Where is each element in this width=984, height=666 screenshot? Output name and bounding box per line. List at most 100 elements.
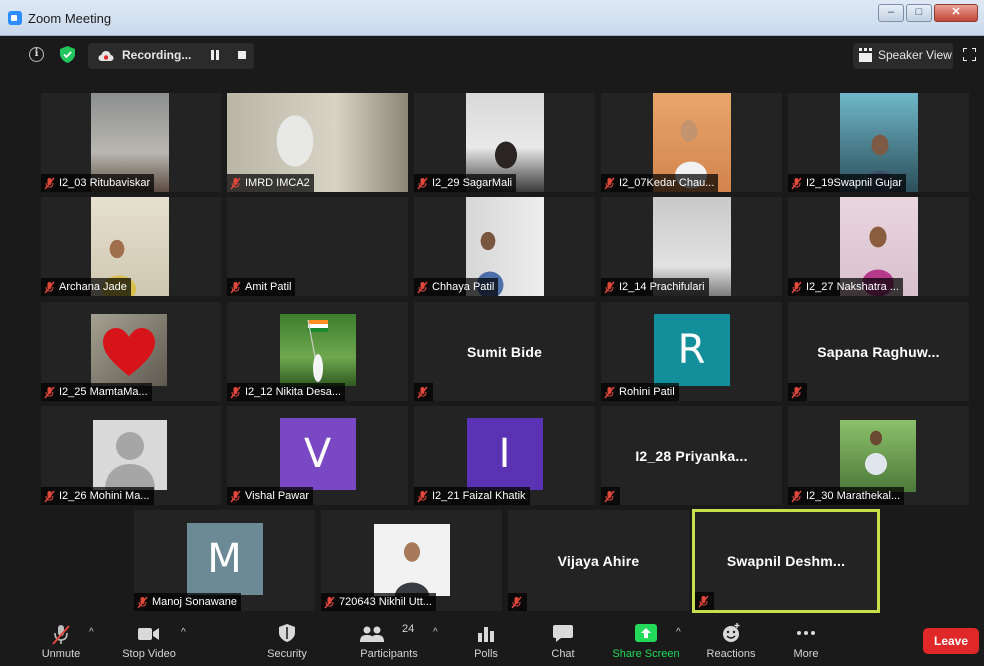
video-options-caret[interactable]: ^ <box>181 628 189 638</box>
participant-label: Rohini Patil <box>601 383 679 401</box>
muted-mic-icon <box>230 490 241 502</box>
muted-mic-icon <box>230 177 241 189</box>
participant-name: Amit Patil <box>245 281 292 293</box>
active-speaker-tile[interactable]: Swapnil Deshm... <box>692 509 880 613</box>
security-shield-icon <box>279 624 295 642</box>
participant-label: I2_29 SagarMali <box>414 174 517 192</box>
participant-tile[interactable]: I2_26 Mohini Ma... <box>41 406 221 505</box>
muted-mic-icon <box>604 281 615 293</box>
participant-tile[interactable]: M Manoj Sonawane <box>134 510 315 611</box>
fullscreen-icon[interactable] <box>963 48 976 61</box>
muted-mic-icon <box>791 281 802 293</box>
participant-label: I2_03 Ritubaviskar <box>41 174 155 192</box>
participant-name: I2_19Swapnil Gujar <box>806 177 903 189</box>
stop-video-button[interactable]: Stop Video <box>116 616 182 666</box>
unmute-label: Unmute <box>41 648 81 660</box>
muted-mic-icon <box>511 596 522 608</box>
pause-recording-icon[interactable] <box>211 50 220 60</box>
share-screen-label: Share Screen <box>612 648 680 660</box>
participant-tile[interactable]: Sapana Raghuw... <box>788 302 969 401</box>
stop-recording-icon[interactable] <box>238 51 246 59</box>
participant-tile[interactable]: I2_30 Marathekal... <box>788 406 969 505</box>
maximize-button[interactable]: □ <box>906 4 932 22</box>
participant-tile[interactable]: I2_27 Nakshatra ... <box>788 197 969 296</box>
window-title: Zoom Meeting <box>28 11 112 26</box>
participant-name: Rohini Patil <box>619 386 675 398</box>
participant-picture <box>91 314 167 386</box>
muted-mic-icon <box>44 386 55 398</box>
participant-display-name: Sumit Bide <box>466 343 543 360</box>
participant-name: I2_25 MamtaMa... <box>59 386 148 398</box>
participant-picture <box>280 314 356 386</box>
participant-picture <box>374 524 450 596</box>
participant-tile[interactable]: I2_14 Prachifulari <box>601 197 782 296</box>
participant-tile[interactable]: Amit Patil <box>227 197 408 296</box>
recording-label: Recording... <box>122 48 192 62</box>
participant-tile[interactable]: V Vishal Pawar <box>227 406 408 505</box>
more-dots-icon <box>797 631 815 635</box>
participant-label <box>695 592 714 610</box>
stop-video-label: Stop Video <box>122 648 176 660</box>
speaker-view-label: Speaker View <box>878 48 952 62</box>
participants-icon <box>360 626 384 642</box>
share-options-caret[interactable]: ^ <box>676 628 684 638</box>
participant-tile[interactable]: Chhaya Patil <box>414 197 595 296</box>
participants-button[interactable]: 24 Participants <box>354 616 424 666</box>
participant-tile[interactable]: I I2_21 Faizal Khatik <box>414 406 595 505</box>
participant-name: I2_07Kedar Chau... <box>619 177 715 189</box>
participant-tile[interactable]: I2_28 Priyanka... <box>601 406 782 505</box>
close-button[interactable]: ✕ <box>934 4 978 22</box>
muted-mic-icon <box>604 490 615 502</box>
participant-tile[interactable]: I2_25 MamtaMa... <box>41 302 221 401</box>
default-user-icon <box>105 432 155 490</box>
participant-avatar: I <box>466 417 543 490</box>
window-titlebar: Zoom Meeting – □ ✕ <box>0 0 984 36</box>
participant-tile[interactable]: R Rohini Patil <box>601 302 782 401</box>
share-screen-button[interactable]: Share Screen <box>608 616 684 666</box>
unmute-button[interactable]: Unmute <box>36 616 86 666</box>
security-button[interactable]: Security <box>262 616 312 666</box>
polls-button[interactable]: Polls <box>466 616 506 666</box>
muted-mic-icon <box>417 490 428 502</box>
participant-tile[interactable]: I2_03 Ritubaviskar <box>41 93 221 192</box>
muted-mic-icon <box>417 177 428 189</box>
zoom-app-icon <box>8 11 22 25</box>
muted-mic-icon <box>44 490 55 502</box>
chat-button[interactable]: Chat <box>543 616 583 666</box>
participant-name: I2_30 Marathekal... <box>806 490 901 502</box>
reactions-emoji-icon <box>723 623 740 642</box>
reactions-button[interactable]: Reactions <box>703 616 759 666</box>
participant-display-name: Sapana Raghuw... <box>817 343 940 360</box>
participant-label <box>788 383 807 401</box>
participants-options-caret[interactable]: ^ <box>433 628 441 638</box>
muted-mic-icon <box>604 386 615 398</box>
participant-label: I2_14 Prachifulari <box>601 278 709 296</box>
more-button[interactable]: More <box>786 616 826 666</box>
leave-button[interactable]: Leave <box>923 628 979 654</box>
participant-tile[interactable]: Archana Jade <box>41 197 221 296</box>
participant-display-name: Vijaya Ahire <box>557 552 640 569</box>
participant-name: I2_29 SagarMali <box>432 177 513 189</box>
participant-tile[interactable]: IMRD IMCA2 <box>227 93 408 192</box>
participant-tile[interactable]: Sumit Bide <box>414 302 595 401</box>
participant-tile[interactable]: I2_12 Nikita Desa... <box>227 302 408 401</box>
muted-mic-icon <box>230 281 241 293</box>
participant-name: I2_26 Mohini Ma... <box>59 490 150 502</box>
minimize-button[interactable]: – <box>878 4 904 22</box>
muted-mic-icon <box>417 386 428 398</box>
muted-mic-icon <box>52 625 70 645</box>
participant-tile[interactable]: Vijaya Ahire <box>508 510 689 611</box>
participant-tile[interactable]: I2_07Kedar Chau... <box>601 93 782 192</box>
heart-icon <box>103 328 155 376</box>
meeting-info-icon[interactable]: i <box>29 47 44 62</box>
participant-tile[interactable]: I2_19Swapnil Gujar <box>788 93 969 192</box>
encryption-shield-icon[interactable] <box>60 46 75 63</box>
polls-label: Polls <box>474 648 498 660</box>
participant-label: I2_19Swapnil Gujar <box>788 174 907 192</box>
audio-options-caret[interactable]: ^ <box>89 628 97 638</box>
participant-tile[interactable]: I2_29 SagarMali <box>414 93 595 192</box>
participant-display-name: Swapnil Deshm... <box>726 553 846 569</box>
participant-name: I2_03 Ritubaviskar <box>59 177 151 189</box>
participant-name: Vishal Pawar <box>245 490 309 502</box>
participant-tile[interactable]: 720643 Nikhil Utt... <box>321 510 502 611</box>
